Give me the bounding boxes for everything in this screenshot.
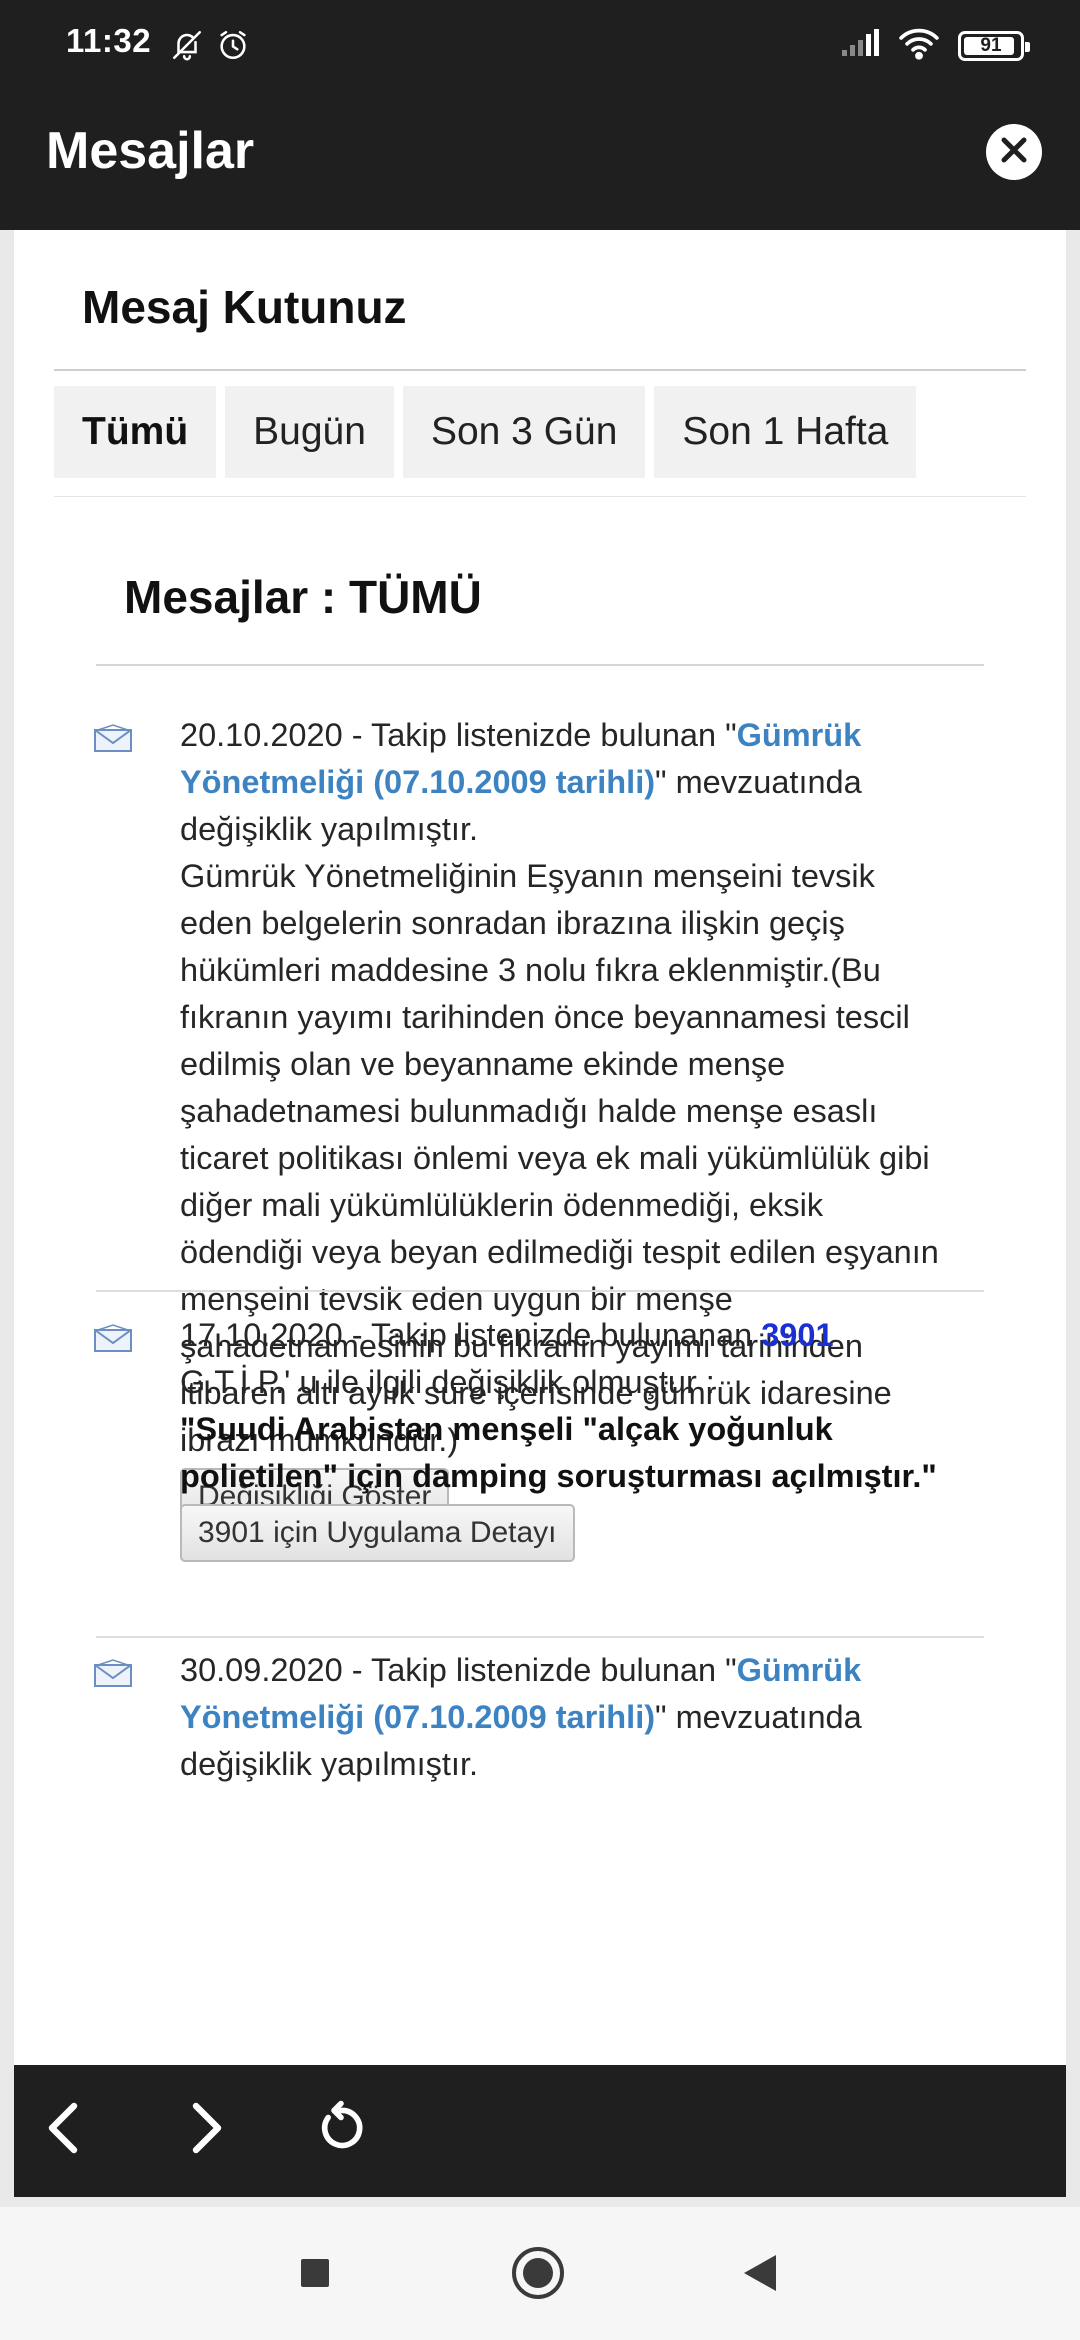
page-title: Mesajlar: [46, 122, 255, 180]
message-item: 30.09.2020 - Takip listenizde bulunan "G…: [94, 1647, 984, 1847]
tab-all[interactable]: Tümü: [54, 386, 217, 478]
signal-icon: [840, 28, 880, 63]
status-time: 11:32: [66, 22, 152, 59]
reload-button[interactable]: [306, 2095, 376, 2165]
alarm-icon: [216, 28, 250, 67]
status-left-icons: [170, 28, 250, 67]
divider: [54, 496, 1026, 497]
wifi-icon: [898, 26, 940, 65]
close-icon: [999, 135, 1029, 170]
message-item: 20.10.2020 - Takip listenizde bulunan " G…: [94, 712, 984, 1526]
app-bar: Mesajlar: [0, 75, 1080, 230]
divider: [54, 369, 1026, 371]
divider: [96, 1290, 984, 1292]
filter-tabs: Tümü Bugün Son 3 Gün Son 1 Hafta: [54, 386, 917, 478]
inbox-title: Mesaj Kutunuz: [82, 281, 407, 333]
home-button[interactable]: [508, 2245, 568, 2305]
chevron-left-icon: [41, 2098, 85, 2163]
message-header-text: 17.10.2020 - Takip listenizde bulunanan: [180, 1317, 762, 1353]
application-detail-button[interactable]: 3901 için Uygulama Detayı: [180, 1504, 575, 1562]
envelope-icon: [94, 724, 132, 757]
divider: [96, 1636, 984, 1638]
recents-square-icon: [299, 2257, 331, 2294]
home-circle-icon: [510, 2245, 566, 2306]
status-bar: 11:32 91: [0, 0, 1080, 75]
message-highlight: "Suudi Arabistan menşeli "alçak yoğunluk…: [180, 1411, 937, 1494]
envelope-icon: [94, 1659, 132, 1692]
message-line: G.T.İ.P.' u ile ilgili değişiklik olmuşt…: [180, 1364, 715, 1400]
tab-last-week[interactable]: Son 1 Hafta: [654, 386, 917, 478]
gtip-code-link[interactable]: 3901: [761, 1317, 833, 1353]
recents-button[interactable]: [285, 2245, 345, 2305]
tab-today[interactable]: Bugün: [225, 386, 394, 478]
message-body: 17.10.2020 - Takip listenizde bulunanan …: [180, 1312, 944, 1562]
system-back-button[interactable]: [730, 2245, 790, 2305]
message-content[interactable]: Mesaj Kutunuz Tümü Bugün Son 3 Gün Son 1…: [14, 230, 1066, 2065]
battery-icon: 91: [958, 30, 1030, 61]
browser-toolbar: [14, 2065, 1066, 2197]
message-item: 17.10.2020 - Takip listenizde bulunanan …: [94, 1312, 984, 1562]
message-header-text: 20.10.2020 - Takip listenizde bulunan ": [180, 717, 737, 753]
forward-button[interactable]: [172, 2095, 242, 2165]
message-body: 30.09.2020 - Takip listenizde bulunan "G…: [180, 1647, 944, 1788]
chevron-right-icon: [185, 2098, 229, 2163]
divider: [96, 664, 984, 666]
close-button[interactable]: [986, 124, 1042, 180]
reload-icon: [313, 2100, 369, 2161]
system-navigation: [0, 2207, 1080, 2340]
back-triangle-icon: [742, 2253, 778, 2298]
envelope-icon: [94, 1324, 132, 1357]
tab-last-3-days[interactable]: Son 3 Gün: [402, 386, 646, 478]
status-right-icons: 91: [840, 26, 1030, 65]
battery-level: 91: [980, 34, 1002, 56]
list-title: Mesajlar : TÜMÜ: [124, 571, 482, 623]
bell-off-icon: [170, 28, 204, 67]
message-header-text: 30.09.2020 - Takip listenizde bulunan ": [180, 1652, 737, 1688]
back-button[interactable]: [28, 2095, 98, 2165]
